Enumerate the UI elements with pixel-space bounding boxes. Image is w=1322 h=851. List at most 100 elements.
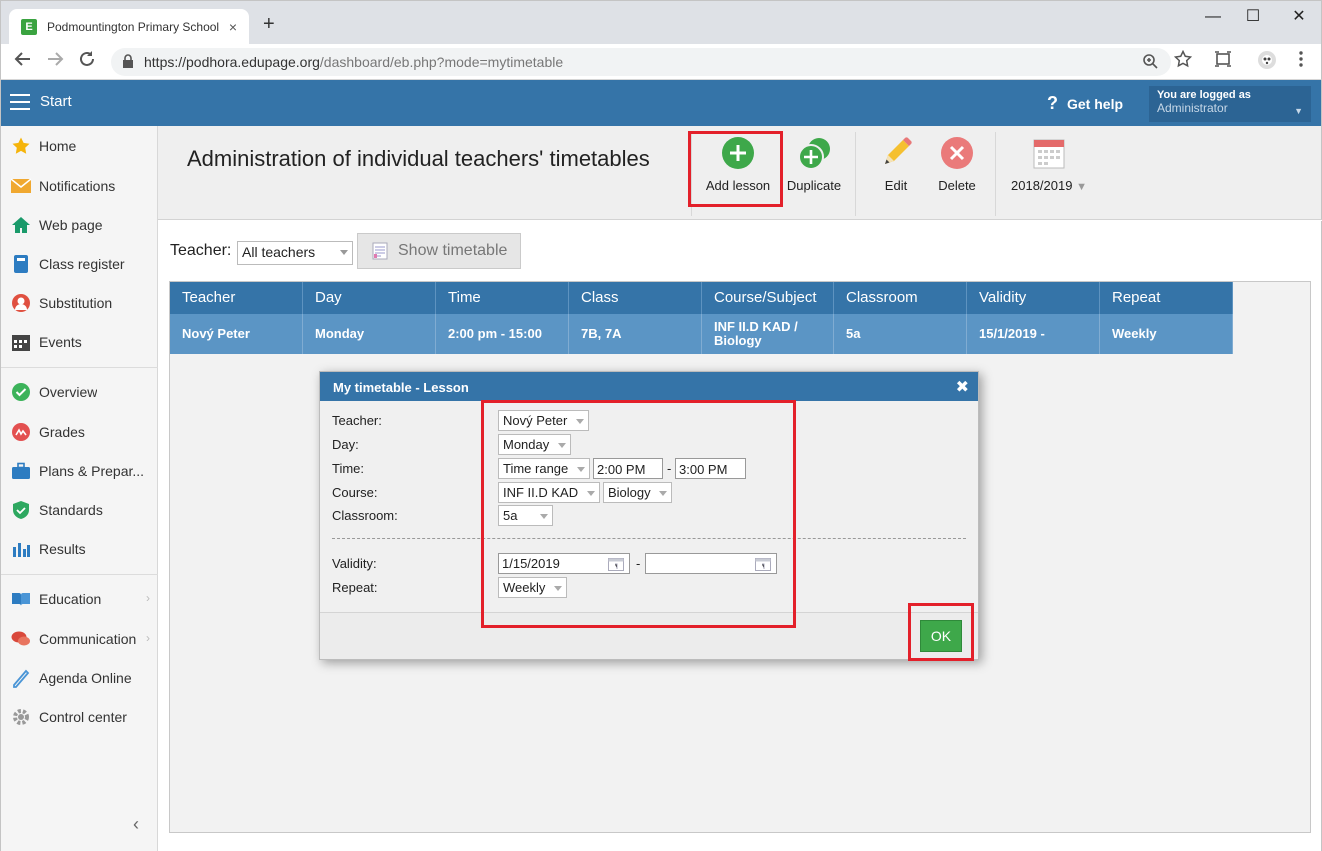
edit-label: Edit [884, 178, 908, 193]
maximize-button[interactable]: ☐ [1233, 5, 1273, 29]
duplicate-button[interactable]: Duplicate [783, 136, 845, 193]
pencil-icon [885, 137, 912, 164]
get-help-link[interactable]: ? Get help [1047, 93, 1123, 114]
sidebar-item-communication[interactable]: Communication › [1, 621, 158, 657]
sidebar-item-standards[interactable]: Standards [1, 492, 158, 528]
browser-tab[interactable]: E Podmountington Primary School × [9, 9, 249, 45]
toolbar-divider [995, 132, 996, 216]
add-lesson-highlight [688, 131, 783, 207]
day-field-label: Day: [332, 437, 359, 452]
sidebar-item-results[interactable]: Results [1, 531, 158, 567]
sidebar-item-grades[interactable]: Grades [1, 414, 158, 450]
sidebar-item-label: Control center [39, 709, 127, 725]
user-account-dropdown[interactable]: You are logged as Administrator ▼ [1149, 86, 1311, 122]
sidebar: Home Notifications Web page Class regist… [0, 126, 158, 851]
repeat-field-label: Repeat: [332, 580, 378, 595]
sidebar-item-overview[interactable]: Overview [1, 374, 158, 410]
question-mark-icon: ? [1047, 93, 1058, 113]
pen-icon [11, 668, 31, 688]
dropdown-arrow-icon [340, 250, 348, 255]
cast-screen-icon[interactable] [1211, 50, 1235, 74]
bookmark-star-icon[interactable] [1171, 49, 1195, 74]
sidebar-item-notifications[interactable]: Notifications [1, 168, 158, 204]
briefcase-icon [11, 461, 31, 481]
table-cell: 2:00 pm - 15:00 [436, 314, 569, 354]
validity-field-label: Validity: [332, 556, 377, 571]
sidebar-item-education[interactable]: Education › [1, 581, 158, 617]
sidebar-item-control-center[interactable]: Control center [1, 699, 158, 735]
bar-chart-icon [11, 539, 31, 559]
back-arrow-icon[interactable] [11, 50, 35, 74]
table-row[interactable]: Nový Peter Monday 2:00 pm - 15:00 7B, 7A… [170, 314, 1233, 354]
table-cell: INF II.D KAD / Biology [702, 314, 834, 354]
chat-icon [11, 629, 31, 649]
sidebar-item-label: Notifications [39, 178, 116, 194]
column-header-course-subject[interactable]: Course/Subject [702, 282, 834, 314]
table-cell: 5a [834, 314, 967, 354]
dialog-close-icon[interactable]: ✖ [956, 377, 969, 397]
chevron-down-icon: ▼ [1076, 181, 1087, 193]
column-header-teacher[interactable]: Teacher [170, 282, 303, 314]
column-header-validity[interactable]: Validity [967, 282, 1100, 314]
sidebar-item-label: Class register [39, 256, 125, 272]
x-circle-icon [941, 137, 973, 169]
profile-avatar-icon[interactable] [1255, 50, 1279, 74]
sidebar-item-class-register[interactable]: Class register [1, 246, 158, 282]
sidebar-item-plans[interactable]: Plans & Prepar... [1, 453, 158, 489]
gear-icon [11, 707, 31, 727]
table-cell: Monday [303, 314, 436, 354]
calendar-icon [1033, 139, 1065, 169]
url-field[interactable]: https://podhora.edupage.org/dashboard/eb… [111, 48, 1171, 76]
sidebar-item-label: Agenda Online [39, 670, 132, 686]
column-header-day[interactable]: Day [303, 282, 436, 314]
school-year-label: 2018/2019 [1011, 178, 1073, 193]
grades-icon [11, 422, 31, 442]
delete-button[interactable]: Delete [929, 136, 985, 193]
tab-close-icon[interactable]: × [229, 19, 237, 35]
duplicate-label: Duplicate [786, 178, 842, 193]
forward-arrow-icon[interactable] [43, 50, 67, 74]
sidebar-item-label: Results [39, 541, 86, 557]
teacher-filter-value: All teachers [242, 244, 316, 260]
collapse-sidebar-icon[interactable]: ‹ [133, 814, 139, 835]
reload-icon[interactable] [75, 50, 99, 74]
show-timetable-button[interactable]: Show timetable [357, 233, 521, 269]
ok-button-highlight [908, 603, 974, 661]
address-bar: https://podhora.edupage.org/dashboard/eb… [0, 44, 1322, 80]
sidebar-item-events[interactable]: Events [1, 324, 158, 360]
minimize-button[interactable]: — [1193, 5, 1233, 29]
person-icon [11, 293, 31, 313]
window-close-button[interactable]: ✕ [1279, 5, 1319, 29]
edit-button[interactable]: Edit [868, 136, 924, 193]
browser-titlebar: E Podmountington Primary School × + — ☐ … [0, 0, 1322, 45]
app-header: Start ? Get help You are logged as Admin… [0, 80, 1322, 126]
column-header-class[interactable]: Class [569, 282, 702, 314]
new-tab-button[interactable]: + [263, 13, 275, 36]
column-header-classroom[interactable]: Classroom [834, 282, 967, 314]
sidebar-divider [1, 574, 158, 575]
school-year-selector[interactable]: 2018/2019 ▼ [1006, 136, 1092, 193]
column-header-repeat[interactable]: Repeat [1100, 282, 1233, 314]
classroom-field-label: Classroom: [332, 508, 398, 523]
dialog-title: My timetable - Lesson [320, 372, 978, 401]
chevron-down-icon: ▼ [1294, 106, 1303, 116]
sidebar-item-web-page[interactable]: Web page [1, 207, 158, 243]
sidebar-item-agenda-online[interactable]: Agenda Online [1, 660, 158, 696]
column-header-time[interactable]: Time [436, 282, 569, 314]
zoom-icon[interactable] [1142, 50, 1158, 77]
sidebar-item-label: Overview [39, 384, 98, 400]
duplicate-icon [798, 138, 830, 170]
teacher-filter-label: Teacher: [170, 242, 232, 259]
sidebar-item-substitution[interactable]: Substitution [1, 285, 158, 321]
teacher-filter-select[interactable]: All teachers [237, 241, 353, 265]
table-cell: 7B, 7A [569, 314, 702, 354]
chevron-right-icon: › [146, 631, 150, 645]
get-help-label: Get help [1067, 95, 1124, 112]
show-timetable-label: Show timetable [398, 242, 508, 259]
table-cell: 15/1/2019 - [967, 314, 1100, 354]
start-label[interactable]: Start [40, 93, 72, 110]
browser-menu-icon[interactable] [1289, 50, 1313, 74]
sidebar-item-label: Home [39, 138, 77, 154]
sidebar-item-home[interactable]: Home [1, 128, 158, 164]
hamburger-menu-icon[interactable] [10, 94, 30, 110]
